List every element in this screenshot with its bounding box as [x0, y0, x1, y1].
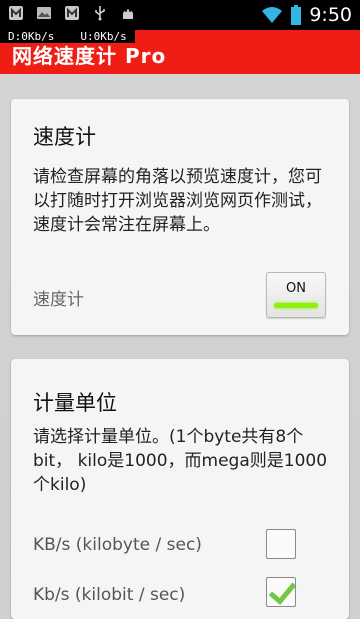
toggle-label: ON: [286, 281, 306, 296]
unit-option-kilobyte-checkbox[interactable]: [266, 529, 296, 559]
download-speed: D:0Kb/s: [8, 30, 55, 43]
speed-overlay: D:0Kb/s U:0Kb/s: [0, 30, 135, 43]
units-card-description: 请选择计量单位。(1个byte共有8个bit， kilo是1000，而mega则…: [33, 427, 328, 495]
app-title: 网络速度计 Pro: [12, 44, 167, 68]
app-notification-icon-2: [65, 6, 79, 20]
app-notification-icon: [9, 6, 23, 20]
battery-icon: [291, 5, 302, 25]
speedometer-card: 速度计 请检查屏幕的角落以预览速度计，您可以打随时打开浏览器浏览网页作测试，速度…: [11, 99, 349, 335]
upload-speed: U:0Kb/s: [80, 30, 127, 43]
unit-option-kilobit-checkbox[interactable]: [266, 576, 297, 607]
speedometer-card-description: 请检查屏幕的角落以预览速度计，您可以打随时打开浏览器浏览网页作测试，速度计会常注…: [33, 167, 322, 235]
unit-option-label: Kb/s (kilobit / sec): [33, 585, 186, 605]
clock: 9:50: [309, 4, 352, 26]
units-card-title: 计量单位: [33, 391, 117, 415]
speedometer-setting-label: 速度计: [33, 290, 84, 310]
android-debug-icon: [123, 9, 133, 19]
units-card: 计量单位 请选择计量单位。(1个byte共有8个bit， kilo是1000，而…: [11, 359, 349, 619]
toggle-indicator: [274, 303, 318, 308]
wifi-icon: [262, 7, 283, 23]
photo-notification-icon: [37, 7, 51, 19]
notification-icons: [8, 5, 136, 21]
settings-content[interactable]: 速度计 请检查屏幕的角落以预览速度计，您可以打随时打开浏览器浏览网页作测试，速度…: [0, 74, 360, 619]
speedometer-toggle-button[interactable]: ON: [266, 272, 326, 318]
status-bar: 9:50: [0, 0, 360, 30]
checkmark-icon: [268, 576, 297, 605]
speedometer-card-title: 速度计: [33, 125, 96, 149]
unit-option-label: KB/s (kilobyte / sec): [33, 535, 202, 555]
usb-icon: [95, 6, 105, 21]
system-icons: 9:50: [261, 4, 352, 26]
